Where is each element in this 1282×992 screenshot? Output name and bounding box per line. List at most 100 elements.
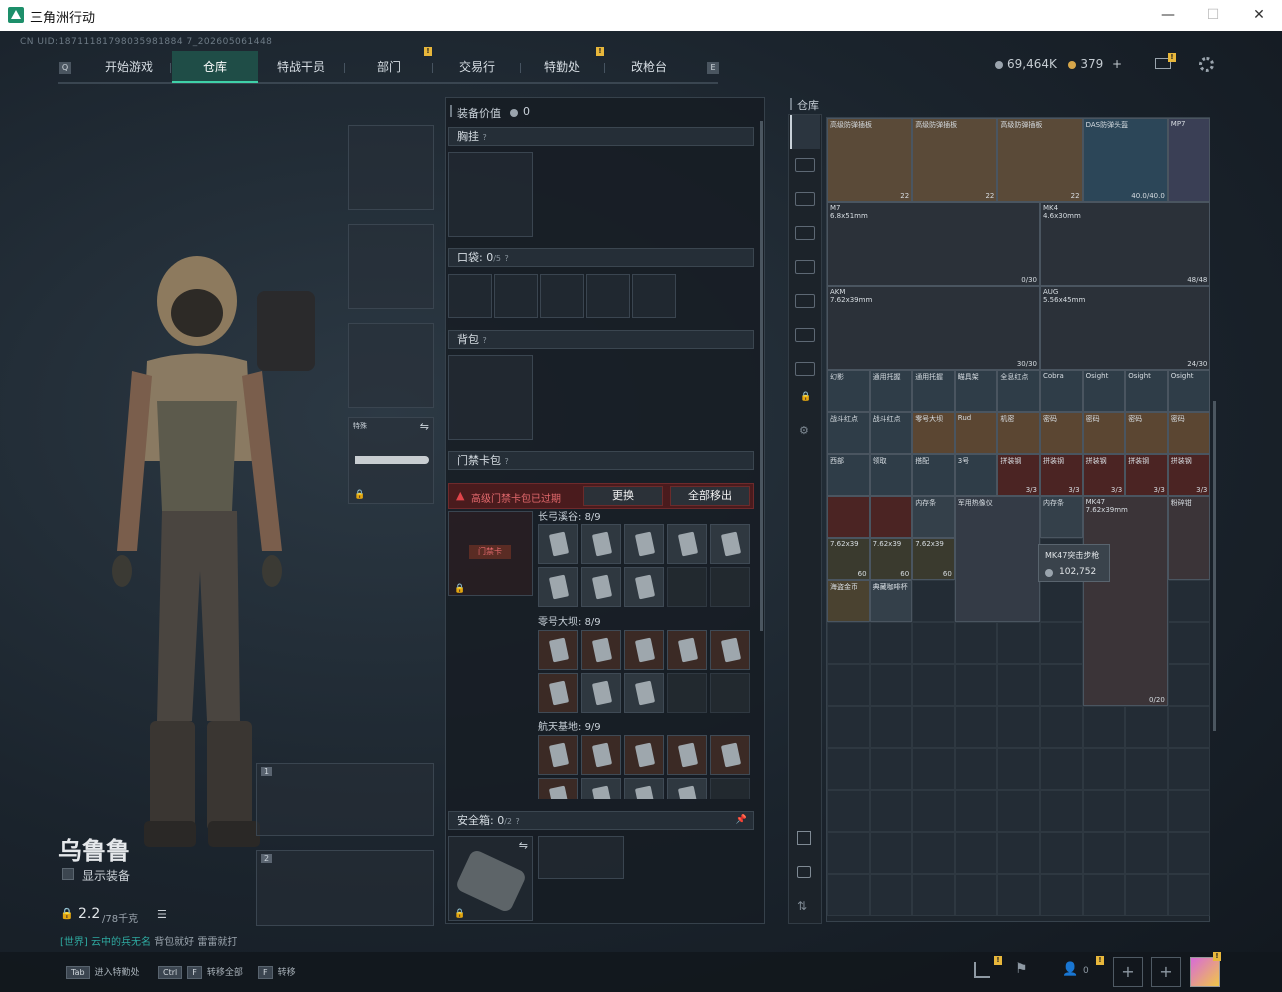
stash-item[interactable]: 拼装钢 3/3: [1125, 454, 1168, 496]
helmet-item[interactable]: DAS防弹头盔 40.0/40.0: [1082, 118, 1168, 202]
keycard-item[interactable]: [667, 630, 707, 670]
m7-rifle[interactable]: M7 6.8x51mm 0/30: [827, 202, 1040, 286]
stash-tab-all[interactable]: [790, 115, 820, 149]
keycard-item[interactable]: [667, 524, 707, 564]
helmet-slot[interactable]: [348, 125, 434, 210]
akm-rifle[interactable]: AKM 7.62x39mm 30/30: [827, 286, 1040, 370]
stats-icon[interactable]: [974, 962, 990, 978]
aug-rifle[interactable]: AUG 5.56x45mm 24/30: [1040, 286, 1211, 370]
keycard-item[interactable]: [624, 567, 664, 607]
stash-cell[interactable]: [1167, 664, 1211, 706]
stash-item[interactable]: 西部: [827, 454, 870, 496]
player-avatar[interactable]: [1190, 957, 1220, 987]
stash-cell[interactable]: [1167, 622, 1211, 664]
stash-cell[interactable]: [1040, 790, 1083, 832]
stash-layer-icon[interactable]: [797, 866, 811, 878]
keycard-pack-slot[interactable]: 门禁卡 🔒: [448, 511, 533, 596]
thermal-camera-item[interactable]: 军用热像仪: [954, 496, 1040, 622]
backpack-slot[interactable]: [448, 355, 533, 440]
plate-item[interactable]: 高级防弹插板 22: [827, 118, 913, 202]
stash-cell[interactable]: [997, 874, 1040, 916]
stash-cell[interactable]: [912, 748, 955, 790]
swap-icon[interactable]: ⇋: [519, 839, 528, 852]
add-currency-button[interactable]: +: [1112, 57, 1122, 71]
stash-cell[interactable]: [869, 622, 913, 664]
pliers-item[interactable]: 粉碎钳: [1167, 496, 1211, 580]
stash-cell[interactable]: [997, 748, 1040, 790]
red-envelope-item[interactable]: [827, 496, 870, 538]
keycard-item[interactable]: [624, 735, 664, 775]
keycard-slot[interactable]: [710, 778, 750, 799]
stash-settings-icon[interactable]: ⚙: [799, 424, 809, 437]
keycard-slot[interactable]: [667, 567, 707, 607]
red-envelope-item[interactable]: [869, 496, 913, 538]
stash-cell[interactable]: [954, 748, 998, 790]
stash-cell[interactable]: [869, 790, 913, 832]
stash-item[interactable]: 搭配: [912, 454, 955, 496]
attachment-item[interactable]: Cobra: [1040, 370, 1083, 412]
stash-cell[interactable]: [997, 664, 1040, 706]
keycard-item[interactable]: [581, 630, 621, 670]
melee-slot[interactable]: 特殊 ⇋ 🔒: [348, 417, 434, 504]
keycard-item[interactable]: [667, 735, 707, 775]
stash-tab-icon[interactable]: [795, 158, 815, 172]
stash-cell[interactable]: [954, 664, 998, 706]
nav-next-key[interactable]: E: [707, 62, 719, 74]
stash-cell[interactable]: [827, 706, 870, 748]
help-icon[interactable]: ?: [483, 336, 487, 345]
stash-cell[interactable]: [827, 874, 870, 916]
stash-cell[interactable]: [912, 664, 955, 706]
attachment-item[interactable]: 幻影: [827, 370, 870, 412]
pocket-slot[interactable]: [448, 274, 492, 318]
tab-start-game[interactable]: 开始游戏: [88, 51, 170, 83]
stash-cell[interactable]: [1167, 748, 1211, 790]
stash-cell[interactable]: [827, 748, 870, 790]
hint-transfer-all[interactable]: Ctrl F 转移全部: [158, 965, 243, 979]
tab-warehouse[interactable]: 仓库: [172, 51, 258, 83]
stash-cell[interactable]: [869, 874, 913, 916]
keycard-slot[interactable]: [710, 673, 750, 713]
move-all-button[interactable]: 全部移出: [670, 486, 750, 506]
stash-item[interactable]: 密码: [1125, 412, 1168, 454]
stash-cell[interactable]: [1040, 874, 1083, 916]
show-gear-checkbox[interactable]: [62, 868, 74, 880]
keycard-item[interactable]: [538, 567, 578, 607]
stash-cell[interactable]: [1125, 874, 1168, 916]
stash-cell[interactable]: [954, 874, 998, 916]
help-icon[interactable]: ?: [505, 254, 509, 263]
keycard-item[interactable]: [624, 630, 664, 670]
keycard-item[interactable]: [710, 735, 750, 775]
swap-icon[interactable]: ⇋: [420, 420, 429, 433]
stash-scrollbar[interactable]: [1213, 401, 1216, 731]
attachment-item[interactable]: Osight: [1125, 370, 1168, 412]
friends-icon[interactable]: 👤: [1062, 962, 1078, 977]
ammo-item[interactable]: 7.62x39 60: [827, 538, 870, 580]
mk4-rifle[interactable]: MK4 4.6x30mm 48/48: [1040, 202, 1211, 286]
keycard-item[interactable]: [538, 673, 578, 713]
stash-cell[interactable]: [912, 790, 955, 832]
stash-cell[interactable]: [1040, 622, 1083, 664]
stash-cell[interactable]: [1040, 580, 1083, 622]
smg-item[interactable]: MP7: [1167, 118, 1211, 202]
stash-cell[interactable]: [869, 664, 913, 706]
memory-item[interactable]: 内存条: [1040, 496, 1083, 538]
close-button[interactable]: ✕: [1236, 0, 1282, 31]
attachment-item[interactable]: 通用托握: [869, 370, 913, 412]
stash-tab-icon[interactable]: [795, 294, 815, 308]
stash-cell[interactable]: [1082, 790, 1126, 832]
stash-cell[interactable]: [1040, 748, 1083, 790]
stash-cell[interactable]: [1167, 874, 1211, 916]
stash-cell[interactable]: [954, 622, 998, 664]
stash-item[interactable]: 战斗红点: [869, 412, 913, 454]
stash-cell[interactable]: [1040, 832, 1083, 874]
stash-cell[interactable]: [997, 706, 1040, 748]
stash-cell[interactable]: [912, 832, 955, 874]
help-icon[interactable]: ?: [483, 133, 487, 142]
attachment-item[interactable]: Osight: [1167, 370, 1211, 412]
stash-item[interactable]: 拼装钢 3/3: [1040, 454, 1083, 496]
keycard-item[interactable]: [710, 630, 750, 670]
stash-cell[interactable]: [1125, 748, 1168, 790]
stash-item[interactable]: 零号大坝: [912, 412, 955, 454]
stash-cell[interactable]: [1082, 874, 1126, 916]
mk47-rifle[interactable]: MK47 7.62x39mm 0/20: [1082, 496, 1168, 706]
